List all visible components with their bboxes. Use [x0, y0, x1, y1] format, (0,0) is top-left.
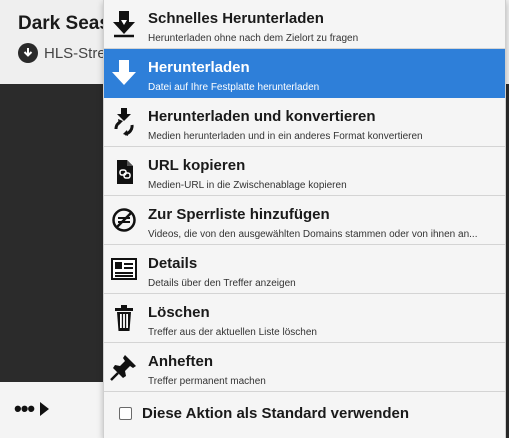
- more-actions-button[interactable]: •••: [14, 395, 58, 423]
- menu-item-title: Schnelles Herunterladen: [148, 10, 324, 27]
- hit-subtitle-text: HLS-Stre: [44, 44, 106, 62]
- download-circle-icon: [18, 43, 38, 63]
- blacklist-icon: [110, 205, 138, 235]
- menu-item-title: Zur Sperrliste hinzufügen: [148, 206, 330, 223]
- menu-item-delete[interactable]: Löschen Treffer aus der aktuellen Liste …: [104, 294, 505, 343]
- menu-item-title: Löschen: [148, 304, 210, 321]
- menu-item-description: Details über den Treffer anzeigen: [148, 278, 296, 289]
- menu-item-details[interactable]: Details Details über den Treffer anzeige…: [104, 245, 505, 294]
- play-arrow-icon: [40, 402, 50, 416]
- menu-item-description: Datei auf Ihre Festplatte herunterladen: [148, 82, 320, 93]
- default-action-label[interactable]: Diese Aktion als Standard verwenden: [142, 405, 409, 422]
- quick-download-icon: [110, 9, 138, 39]
- default-action-row: Diese Aktion als Standard verwenden: [104, 392, 505, 434]
- menu-item-title: Herunterladen und konvertieren: [148, 108, 376, 125]
- default-action-checkbox[interactable]: [119, 406, 132, 420]
- menu-item-title: Herunterladen: [148, 59, 250, 76]
- menu-item-blacklist[interactable]: Zur Sperrliste hinzufügen Videos, die vo…: [104, 196, 505, 245]
- context-menu: Schnelles Herunterladen Herunterladen oh…: [103, 0, 506, 438]
- details-icon: [110, 254, 138, 284]
- more-dots-icon: •••: [14, 396, 35, 421]
- menu-item-description: Treffer permanent machen: [148, 376, 266, 387]
- menu-item-description: Treffer aus der aktuellen Liste löschen: [148, 327, 317, 338]
- menu-item-description: Medien-URL in die Zwischenablage kopiere…: [148, 180, 347, 191]
- menu-item-copy-url[interactable]: URL kopieren Medien-URL in die Zwischena…: [104, 147, 505, 196]
- menu-item-quick-download[interactable]: Schnelles Herunterladen Herunterladen oh…: [104, 0, 505, 49]
- menu-item-description: Herunterladen ohne nach dem Zielort zu f…: [148, 33, 359, 44]
- menu-item-title: Anheften: [148, 353, 213, 370]
- menu-item-description: Videos, die von den ausgewählten Domains…: [148, 229, 478, 240]
- hit-title: Dark Seas: [18, 13, 110, 34]
- copy-url-icon: [110, 156, 138, 186]
- pin-icon: [110, 352, 138, 382]
- menu-item-title: Details: [148, 255, 198, 272]
- menu-item-description: Medien herunterladen und in ein anderes …: [148, 131, 423, 142]
- trash-icon: [110, 303, 138, 333]
- download-convert-icon: [110, 107, 138, 137]
- menu-item-download[interactable]: Herunterladen Datei auf Ihre Festplatte …: [104, 49, 505, 98]
- menu-item-title: URL kopieren: [148, 157, 246, 174]
- download-icon: [110, 58, 138, 88]
- menu-item-download-convert[interactable]: Herunterladen und konvertieren Medien he…: [104, 98, 505, 147]
- menu-item-pin[interactable]: Anheften Treffer permanent machen: [104, 343, 505, 392]
- hit-subtitle: HLS-Stre: [18, 42, 106, 64]
